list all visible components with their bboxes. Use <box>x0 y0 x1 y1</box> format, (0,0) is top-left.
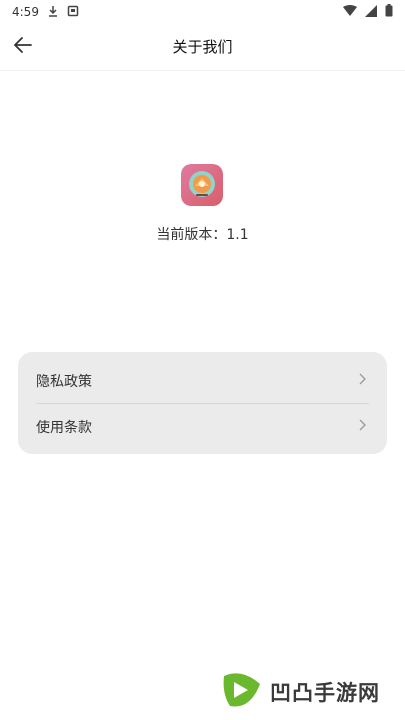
signal-icon <box>365 4 377 20</box>
status-bar: 4:59 <box>0 0 405 24</box>
battery-icon <box>385 4 393 20</box>
app-logo-icon <box>181 164 223 206</box>
page-title: 关于我们 <box>172 38 233 56</box>
download-icon <box>47 5 59 20</box>
terms-of-use-item[interactable]: 使用条款 <box>18 402 387 452</box>
menu-card: 隐私政策 使用条款 <box>18 352 387 454</box>
status-left: 4:59 <box>12 5 79 20</box>
app-header: 关于我们 <box>0 24 405 71</box>
version-text: 当前版本：1.1 <box>156 227 249 243</box>
wifi-icon <box>343 4 357 20</box>
terms-of-use-label: 使用条款 <box>36 420 92 436</box>
chevron-right-icon <box>359 373 367 389</box>
status-right <box>343 4 393 20</box>
watermark-logo-icon <box>220 670 264 714</box>
watermark-text: 凹凸手游网 <box>270 681 380 705</box>
watermark: 凹凸手游网 <box>220 672 380 712</box>
status-time: 4:59 <box>12 5 39 19</box>
privacy-policy-label: 隐私政策 <box>36 374 92 390</box>
privacy-policy-item[interactable]: 隐私政策 <box>18 356 387 406</box>
chevron-right-icon <box>359 419 367 435</box>
notification-icon <box>67 5 79 20</box>
